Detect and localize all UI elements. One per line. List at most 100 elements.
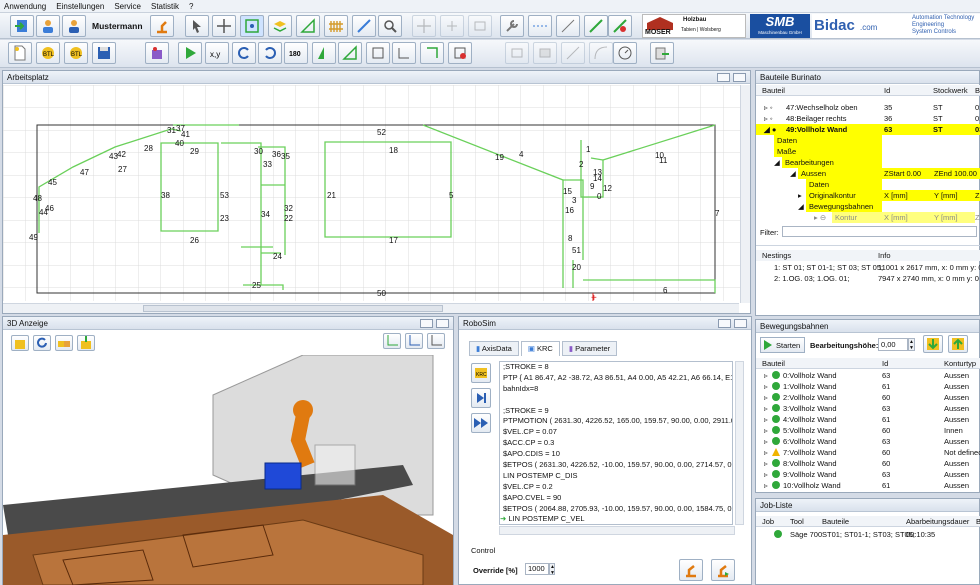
- fence-button[interactable]: [324, 15, 348, 37]
- mirror-v-button[interactable]: [338, 42, 362, 64]
- part-label[interactable]: 27: [118, 165, 127, 174]
- move-down-button[interactable]: [923, 335, 943, 353]
- corner-green-button[interactable]: [420, 42, 444, 64]
- gauge-button[interactable]: [613, 42, 637, 64]
- rotate-180-button[interactable]: 180: [284, 42, 308, 64]
- code-hscrollbar[interactable]: [499, 526, 735, 535]
- part-label[interactable]: 22: [284, 214, 293, 223]
- restore-button[interactable]: [718, 319, 731, 328]
- menu-statistik[interactable]: Statistik: [151, 2, 179, 11]
- tree-row[interactable]: ◢ Aussen ZStart 0.00 ZEnd 100.00: [756, 168, 980, 179]
- rotate-left-button[interactable]: [232, 42, 256, 64]
- part-label[interactable]: 32: [284, 204, 293, 213]
- nesting-row[interactable]: 1: ST 01; ST 01-1; ST 03; ST 05; 11001 x …: [756, 262, 980, 273]
- mirror-button[interactable]: [312, 42, 336, 64]
- nesting-canvas[interactable]: +: [3, 85, 749, 301]
- tab-krc[interactable]: ▣ KRC: [520, 341, 560, 356]
- motion-row[interactable]: ▹ 0:Vollholz Wand 63 Aussen: [756, 370, 980, 381]
- motion-row[interactable]: ▹ 4:Vollholz Wand 61 Aussen: [756, 414, 980, 425]
- motion-row[interactable]: ▹ 3:Vollholz Wand 63 Aussen: [756, 403, 980, 414]
- part-label[interactable]: 24: [273, 252, 282, 261]
- part-label[interactable]: 45: [48, 178, 57, 187]
- shape-button[interactable]: [296, 15, 320, 37]
- line-dash-button[interactable]: [528, 15, 552, 37]
- part-label[interactable]: 48: [33, 194, 42, 203]
- maximize-button[interactable]: [733, 73, 746, 82]
- menu-help[interactable]: ?: [189, 2, 193, 11]
- part-label[interactable]: 17: [389, 236, 398, 245]
- refresh-button[interactable]: [33, 335, 51, 351]
- part-label[interactable]: 15: [563, 187, 572, 196]
- snap-button[interactable]: [240, 15, 264, 37]
- restore-button[interactable]: [717, 73, 730, 82]
- part-label[interactable]: 2: [579, 160, 583, 169]
- part-label[interactable]: 20: [572, 263, 581, 272]
- part-label[interactable]: 4: [519, 150, 523, 159]
- part-label[interactable]: 26: [190, 236, 199, 245]
- play-button[interactable]: [178, 42, 202, 64]
- motion-row[interactable]: ▹ 10:Vollholz Wand 61 Aussen: [756, 480, 980, 491]
- part-label[interactable]: 50: [377, 289, 386, 298]
- part-label[interactable]: 1: [586, 145, 590, 154]
- motion-list[interactable]: ▹ 0:Vollholz Wand 63 Aussen ▹ 1:Vollholz Wan…: [756, 370, 980, 492]
- motion-row[interactable]: ▹ 7:Vollholz Wand 60 Not defined: [756, 447, 980, 458]
- part-label[interactable]: 43: [109, 152, 118, 161]
- stack-button[interactable]: [55, 335, 73, 351]
- select-button[interactable]: [185, 15, 209, 37]
- tree-row-selected[interactable]: ◢ ●49:Vollholz Wand63ST03: [756, 124, 980, 135]
- robot-run-button[interactable]: [711, 559, 735, 581]
- part-label[interactable]: 3: [572, 196, 576, 205]
- tree-row[interactable]: ▹ ◦47:Wechselholz oben35ST01: [756, 102, 980, 113]
- height-input[interactable]: 0,00: [878, 338, 908, 351]
- part-label[interactable]: 18: [389, 146, 398, 155]
- tools-button[interactable]: [500, 15, 524, 37]
- part-label[interactable]: 0: [597, 192, 601, 201]
- override-spinner[interactable]: ▲ ▼: [549, 563, 555, 576]
- robot-3d-scene[interactable]: [3, 355, 453, 585]
- part-label[interactable]: 49: [29, 233, 38, 242]
- part-label[interactable]: 29: [190, 147, 199, 156]
- view-axis-x-button[interactable]: [383, 333, 401, 349]
- motion-row[interactable]: ▹ 5:Vollholz Wand 60 Innen: [756, 425, 980, 436]
- part-label[interactable]: 6: [663, 286, 667, 295]
- robot-home-button[interactable]: [679, 559, 703, 581]
- part-label[interactable]: 44: [39, 208, 48, 217]
- motion-row[interactable]: ▹ 8:Vollholz Wand 60 Aussen: [756, 458, 980, 469]
- view-axis-z-button[interactable]: [427, 333, 445, 349]
- export-robot-button[interactable]: [650, 42, 674, 64]
- view-axis-y-button[interactable]: [405, 333, 423, 349]
- move-button[interactable]: [212, 15, 236, 37]
- part-label[interactable]: 38: [161, 191, 170, 200]
- bbox-button[interactable]: [366, 42, 390, 64]
- part-label[interactable]: 51: [572, 246, 581, 255]
- tree-row[interactable]: ◢ Bearbeitungen: [756, 157, 980, 168]
- filter-input[interactable]: [782, 226, 977, 237]
- new-button[interactable]: [8, 42, 32, 64]
- arc-button[interactable]: [589, 42, 613, 64]
- tab-parameter[interactable]: ▮ Parameter: [561, 341, 618, 356]
- tree-row[interactable]: ◢ Bewegungsbahnen: [756, 201, 980, 212]
- rect-button[interactable]: [505, 42, 529, 64]
- tree-row[interactable]: Daten: [756, 179, 980, 190]
- tree-row[interactable]: Daten: [756, 135, 980, 146]
- part-label[interactable]: 5: [449, 191, 453, 200]
- code-scrollbar[interactable]: [735, 361, 744, 525]
- rect-delete-button[interactable]: [448, 42, 472, 64]
- user-edit-button[interactable]: [62, 15, 86, 37]
- maximize-button[interactable]: [734, 319, 747, 328]
- restore-button[interactable]: [420, 319, 433, 328]
- parts-tree[interactable]: ▹ ◦47:Wechselholz oben35ST01 ▹ ◦48:Beila…: [756, 97, 980, 223]
- move-up-button[interactable]: [948, 335, 968, 353]
- horizontal-scrollbar[interactable]: [3, 303, 739, 313]
- tree-row[interactable]: Maße: [756, 146, 980, 157]
- package-button[interactable]: [145, 42, 169, 64]
- part-label[interactable]: 9: [590, 182, 594, 191]
- motion-row[interactable]: ▹ 9:Vollholz Wand 63 Aussen: [756, 469, 980, 480]
- override-input[interactable]: 1000: [525, 563, 549, 575]
- step-forward-button[interactable]: [471, 388, 491, 408]
- motion-row[interactable]: ▹ 2:Vollholz Wand 60 Aussen: [756, 392, 980, 403]
- job-row[interactable]: Säge 700 ST01; ST01-1; ST03; ST05; 00:10…: [756, 529, 979, 540]
- tree-row[interactable]: ▸ Originalkontur X [mm] Y [mm] Z: [756, 190, 980, 201]
- tree-row[interactable]: ▹ ◦48:Beilager rechts36ST01: [756, 113, 980, 124]
- add-part-button[interactable]: [11, 335, 29, 351]
